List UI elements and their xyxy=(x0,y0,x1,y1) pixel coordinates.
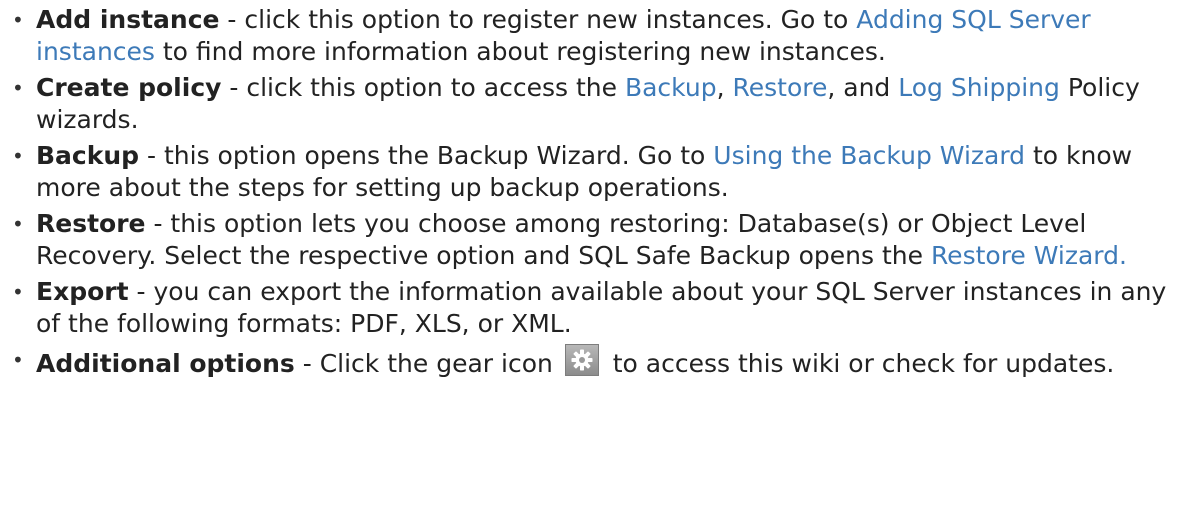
link-log-shipping[interactable]: Log Shipping xyxy=(898,73,1060,102)
list-item-add-instance: • Add instance - click this option to re… xyxy=(12,4,1172,68)
item-text: - you can export the information availab… xyxy=(36,277,1167,338)
item-text: to find more information about registeri… xyxy=(154,37,886,66)
link-restore[interactable]: Restore xyxy=(732,73,827,102)
options-list: • Add instance - click this option to re… xyxy=(0,4,1172,380)
bullet-icon: • xyxy=(12,280,24,304)
item-text: to access this wiki or check for updates… xyxy=(604,349,1115,378)
list-item-restore: • Restore - this option lets you choose … xyxy=(12,208,1172,272)
bullet-icon: • xyxy=(12,76,24,100)
item-text: - click this option to register new inst… xyxy=(219,5,857,34)
bullet-icon: • xyxy=(12,212,24,236)
link-restore-wizard[interactable]: Restore Wizard. xyxy=(931,241,1127,270)
list-item-additional-options: • Additional options - Click the gear ic… xyxy=(12,344,1172,380)
list-item-backup: • Backup - this option opens the Backup … xyxy=(12,140,1172,204)
item-title: Add instance xyxy=(36,5,220,34)
item-title: Restore xyxy=(36,209,146,238)
link-backup[interactable]: Backup xyxy=(625,73,717,102)
bullet-icon: • xyxy=(12,8,24,32)
bullet-icon: • xyxy=(12,144,24,168)
item-text: , and xyxy=(827,73,899,102)
item-text: - click this option to access the xyxy=(221,73,625,102)
item-text: - this option lets you choose among rest… xyxy=(36,209,1087,270)
item-text: - Click the gear icon xyxy=(294,349,561,378)
list-item-create-policy: • Create policy - click this option to a… xyxy=(12,72,1172,136)
list-item-export: • Export - you can export the informatio… xyxy=(12,276,1172,340)
gear-icon xyxy=(564,344,599,376)
item-title: Backup xyxy=(36,141,140,170)
link-using-the-backup-wizard[interactable]: Using the Backup Wizard xyxy=(713,141,1025,170)
item-title: Additional options xyxy=(36,349,295,378)
item-title: Create policy xyxy=(36,73,222,102)
content-area: • Add instance - click this option to re… xyxy=(0,0,1186,380)
item-text: , xyxy=(716,73,733,102)
item-title: Export xyxy=(36,277,129,306)
item-text: - this option opens the Backup Wizard. G… xyxy=(139,141,714,170)
bullet-icon: • xyxy=(12,348,24,372)
